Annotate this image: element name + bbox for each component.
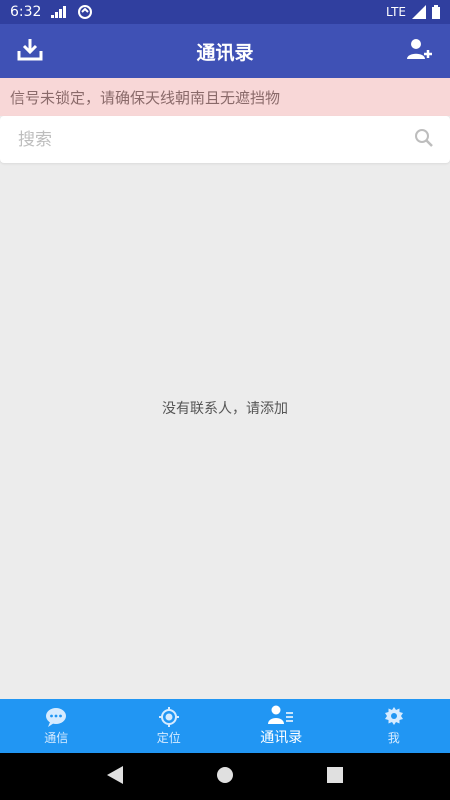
signal-warning-banner: 信号未锁定，请确保天线朝南且无遮挡物: [0, 78, 450, 116]
search-input[interactable]: [18, 129, 378, 150]
tab-me[interactable]: 我: [338, 699, 450, 753]
tab-location[interactable]: 定位: [113, 699, 226, 753]
status-bar: 6:32 LTE: [0, 0, 450, 24]
recents-button[interactable]: [315, 757, 355, 797]
download-button[interactable]: [0, 24, 60, 78]
sync-icon: [77, 4, 93, 20]
add-contact-button[interactable]: [390, 24, 450, 78]
tab-location-label: 定位: [156, 730, 181, 745]
home-button[interactable]: [205, 757, 245, 797]
status-time: 6:32: [10, 4, 42, 20]
contacts-icon: [268, 705, 294, 725]
home-circle-icon: [217, 766, 233, 787]
tab-messages[interactable]: 通信: [0, 699, 113, 753]
location-icon: [158, 706, 179, 727]
signal-bars-icon: [51, 6, 67, 18]
chat-icon: [45, 707, 67, 727]
tab-contacts-label: 通讯录: [260, 730, 303, 746]
bottom-nav: 通信 定位 通讯录 我: [0, 699, 450, 753]
system-nav-bar: [0, 753, 450, 800]
search-icon[interactable]: [414, 128, 434, 152]
tab-messages-label: 通信: [44, 730, 69, 745]
back-triangle-icon: [107, 765, 123, 788]
page-title: 通讯录: [196, 41, 254, 64]
network-type: LTE: [386, 5, 406, 19]
warning-text: 信号未锁定，请确保天线朝南且无遮挡物: [10, 88, 281, 107]
battery-icon: [432, 5, 440, 19]
cell-signal-icon: [412, 5, 426, 19]
app-bar: 通讯录: [0, 24, 450, 78]
add-contact-icon: [406, 37, 434, 65]
download-icon: [17, 37, 43, 65]
recents-square-icon: [327, 766, 343, 787]
empty-state-message: 没有联系人，请添加: [162, 401, 288, 417]
back-button[interactable]: [95, 757, 135, 797]
gear-icon: [384, 706, 404, 727]
search-bar: [0, 116, 450, 163]
tab-me-label: 我: [387, 730, 400, 745]
tab-contacts[interactable]: 通讯录: [225, 699, 338, 753]
